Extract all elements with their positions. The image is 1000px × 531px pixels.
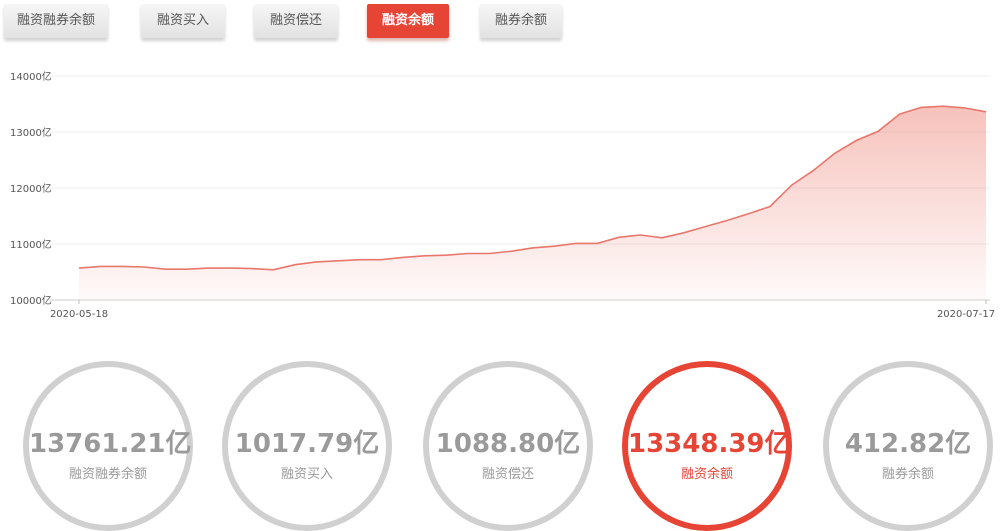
y-tick-label: 13000亿 — [10, 126, 52, 139]
summary-label: 融资买入 — [280, 467, 333, 482]
summary-label: 融券余额 — [881, 467, 934, 482]
y-tick-label: 10000亿 — [10, 294, 52, 307]
tab-margin-total[interactable]: 融资融券余额 — [4, 4, 108, 38]
summary-value: 412.82亿 — [844, 429, 972, 459]
area-fill — [79, 106, 986, 300]
summary-securities-lending-balance[interactable]: 412.82亿 融券余额 — [823, 361, 993, 531]
tab-financing-balance[interactable]: 融资余额 — [367, 4, 449, 38]
financing-balance-chart: 10000亿 11000亿 12000亿 13000亿 14000亿 2020-05-18… — [10, 70, 995, 320]
y-tick-label: 11000亿 — [10, 238, 52, 251]
summary-margin-total[interactable]: 13761.21亿 融资融券余额 — [23, 361, 193, 531]
tab-securities-lending-balance[interactable]: 融券余额 — [480, 4, 562, 38]
summary-value: 1088.80亿 — [435, 429, 581, 459]
summary-value: 13761.21亿 — [29, 429, 192, 459]
tab-financing-repay[interactable]: 融资偿还 — [254, 4, 338, 38]
y-tick-label: 14000亿 — [10, 70, 52, 83]
summary-value: 13348.39亿 — [628, 429, 791, 459]
summary-label: 融资融券余额 — [68, 467, 147, 482]
x-tick-label: 2020-05-18 — [50, 309, 108, 320]
summary-label: 融资偿还 — [481, 467, 534, 482]
summary-label: 融资余额 — [680, 467, 733, 482]
summary-financing-balance[interactable]: 13348.39亿 融资余额 — [622, 361, 792, 531]
tab-financing-buy[interactable]: 融资买入 — [141, 4, 225, 38]
summary-value: 1017.79亿 — [234, 429, 380, 459]
summary-financing-repay[interactable]: 1088.80亿 融资偿还 — [423, 361, 593, 531]
y-tick-label: 12000亿 — [10, 182, 52, 195]
x-tick-label: 2020-07-17 — [937, 309, 995, 320]
summary-financing-buy[interactable]: 1017.79亿 融资买入 — [222, 361, 392, 531]
